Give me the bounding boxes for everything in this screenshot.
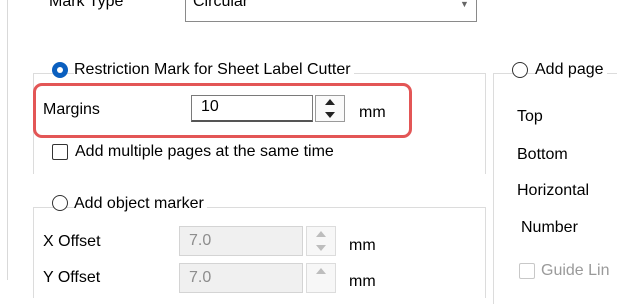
chevron-down-icon: ▼ <box>460 0 469 9</box>
margins-label: Margins <box>43 101 100 118</box>
object-marker-label[interactable]: Add object marker <box>74 194 207 214</box>
dialog-left-edge <box>7 0 8 280</box>
mark-type-label: Mark Type <box>49 0 124 10</box>
restriction-label[interactable]: Restriction Mark for Sheet Label Cutter <box>74 60 354 80</box>
y-offset-input[interactable]: 7.0 <box>179 263 303 293</box>
restriction-radio[interactable] <box>52 62 68 78</box>
horizontal-label: Horizontal <box>517 182 590 199</box>
guide-line-label[interactable]: Guide Lin <box>541 261 610 281</box>
bottom-label: Bottom <box>517 146 568 163</box>
add-page-label[interactable]: Add page <box>535 60 607 80</box>
x-offset-up-icon[interactable] <box>307 228 335 240</box>
mark-type-value: Circular <box>193 0 249 10</box>
y-offset-up-icon[interactable] <box>307 265 335 277</box>
guide-line-checkbox[interactable] <box>519 263 535 279</box>
y-offset-stepper[interactable] <box>306 263 336 293</box>
x-offset-stepper[interactable] <box>306 226 336 256</box>
mark-type-select[interactable]: Circular ▼ <box>185 0 477 22</box>
x-offset-unit: mm <box>349 237 376 254</box>
margins-unit: mm <box>359 104 386 121</box>
multiple-pages-checkbox[interactable] <box>52 144 68 160</box>
x-offset-label: X Offset <box>43 233 101 250</box>
y-offset-unit: mm <box>349 273 376 290</box>
multiple-pages-label[interactable]: Add multiple pages at the same time <box>75 142 334 162</box>
margins-up-icon[interactable] <box>316 96 344 108</box>
add-page-radio[interactable] <box>512 62 528 78</box>
x-offset-input[interactable]: 7.0 <box>179 226 303 256</box>
number-label: Number <box>521 219 578 236</box>
margins-stepper[interactable] <box>315 95 345 122</box>
x-offset-down-icon[interactable] <box>307 242 335 254</box>
margins-down-icon[interactable] <box>316 109 344 121</box>
margins-input[interactable]: 10 <box>191 95 313 122</box>
object-marker-radio[interactable] <box>52 195 68 211</box>
y-offset-label: Y Offset <box>43 269 101 286</box>
top-label: Top <box>517 108 543 125</box>
